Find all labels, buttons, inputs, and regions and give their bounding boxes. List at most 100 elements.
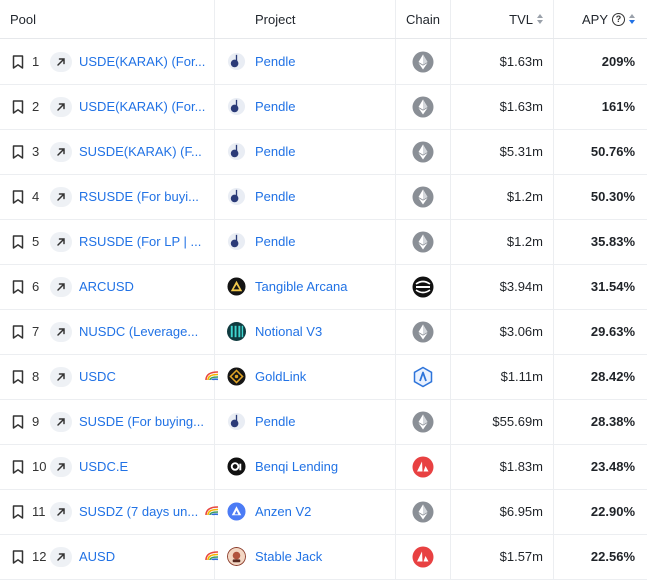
pool-name-link[interactable]: AUSD: [79, 549, 115, 564]
external-link-icon[interactable]: [50, 186, 72, 207]
pool-name-link[interactable]: USDE(KARAK) (For...: [79, 99, 205, 114]
pool-name-link[interactable]: SUSDE(KARAK) (F...: [79, 144, 202, 159]
ethereum-icon[interactable]: [412, 96, 434, 118]
table-row[interactable]: 2 USDE(KARAK) (For... Pendle $1.63m 161%: [0, 84, 647, 130]
ethereum-icon[interactable]: [412, 51, 434, 73]
ethereum-icon[interactable]: [412, 501, 434, 523]
pool-name-link[interactable]: USDE(KARAK) (For...: [79, 54, 205, 69]
ethereum-icon[interactable]: [412, 411, 434, 433]
tvl-cell: $1.63m: [451, 39, 554, 84]
avalanche-icon[interactable]: [412, 546, 434, 568]
pool-name-link[interactable]: RSUSDE (For LP | ...: [79, 234, 201, 249]
arbitrum-icon[interactable]: [412, 366, 434, 388]
tvl-column-header[interactable]: TVL: [451, 0, 554, 38]
pool-cell: 5 RSUSDE (For LP | ...: [0, 219, 215, 264]
external-link-icon[interactable]: [50, 51, 72, 72]
bookmark-icon[interactable]: [12, 189, 24, 204]
project-name-link[interactable]: Stable Jack: [255, 549, 322, 564]
real-chain-icon[interactable]: [412, 276, 434, 298]
project-name-link[interactable]: Pendle: [255, 54, 295, 69]
rank-number: 8: [32, 369, 40, 384]
external-link-icon[interactable]: [50, 501, 72, 522]
table-row[interactable]: 12 AUSD Stable Jack $1.57m 22.56%: [0, 534, 647, 580]
table-row[interactable]: 1 USDE(KARAK) (For... Pendle $1.63m 209%: [0, 39, 647, 85]
ethereum-icon[interactable]: [412, 321, 434, 343]
bookmark-icon[interactable]: [12, 324, 24, 339]
external-link-icon[interactable]: [50, 321, 72, 342]
project-name-link[interactable]: Pendle: [255, 234, 295, 249]
pool-name-link[interactable]: NUSDC (Leverage...: [79, 324, 198, 339]
external-link-icon[interactable]: [50, 411, 72, 432]
pool-name-link[interactable]: RSUSDE (For buyi...: [79, 189, 199, 204]
sort-icon[interactable]: [537, 13, 543, 25]
project-cell: Notional V3: [215, 309, 396, 354]
external-link-icon[interactable]: [50, 546, 72, 567]
external-link-icon[interactable]: [50, 276, 72, 297]
pool-cell: 10 USDC.E: [0, 444, 215, 489]
external-link-icon[interactable]: [50, 96, 72, 117]
bookmark-icon[interactable]: [12, 144, 24, 159]
external-link-icon[interactable]: [50, 231, 72, 252]
external-link-icon[interactable]: [50, 456, 72, 477]
project-cell: Anzen V2: [205, 489, 396, 534]
table-row[interactable]: 3 SUSDE(KARAK) (F... Pendle $5.31m 50.76%: [0, 129, 647, 175]
pool-name-link[interactable]: SUSDE (For buying...: [79, 414, 204, 429]
ethereum-icon[interactable]: [412, 186, 434, 208]
pool-name-link[interactable]: SUSDZ (7 days un...: [79, 504, 198, 519]
table-row[interactable]: 5 RSUSDE (For LP | ... Pendle $1.2m 35.83%: [0, 219, 647, 265]
external-link-icon[interactable]: [50, 141, 72, 162]
tvl-value: $1.83m: [499, 459, 543, 474]
apy-cell: 28.38%: [554, 399, 647, 444]
help-icon[interactable]: ?: [612, 12, 625, 26]
ethereum-icon[interactable]: [412, 231, 434, 253]
bookmark-icon[interactable]: [12, 54, 24, 69]
rainbow-icon: [205, 549, 219, 561]
pool-name-link[interactable]: USDC.E: [79, 459, 128, 474]
project-name-link[interactable]: Pendle: [255, 144, 295, 159]
pendle-icon: [227, 97, 246, 116]
pool-name-link[interactable]: ARCUSD: [79, 279, 134, 294]
goldlink-icon: [227, 367, 246, 386]
table-row[interactable]: 9 SUSDE (For buying... Pendle $55.69m 28.38%: [0, 399, 647, 445]
tvl-cell: $1.2m: [451, 174, 554, 219]
table-row[interactable]: 6 ARCUSD Tangible Arcana $3.94m 31.54%: [0, 264, 647, 310]
bookmark-icon[interactable]: [12, 99, 24, 114]
project-name-link[interactable]: Tangible Arcana: [255, 279, 348, 294]
table-row[interactable]: 10 USDC.E Benqi Lending $1.83m 23.48%: [0, 444, 647, 490]
bookmark-icon[interactable]: [12, 279, 24, 294]
table-header: Pool Project Chain TVL APY?: [0, 0, 647, 39]
project-name-link[interactable]: Pendle: [255, 189, 295, 204]
bookmark-icon[interactable]: [12, 369, 24, 384]
table-row[interactable]: 4 RSUSDE (For buyi... Pendle $1.2m 50.30%: [0, 174, 647, 220]
pool-name-link[interactable]: USDC: [79, 369, 116, 384]
bookmark-icon[interactable]: [12, 504, 24, 519]
ethereum-icon[interactable]: [412, 141, 434, 163]
table-row[interactable]: 7 NUSDC (Leverage... Notional V3 $3.06m 29.6…: [0, 309, 647, 355]
pool-column-header[interactable]: Pool: [0, 0, 215, 38]
table-row[interactable]: 8 USDC GoldLink $1.11m 28.42%: [0, 354, 647, 400]
project-name-link[interactable]: GoldLink: [255, 369, 306, 384]
external-link-icon[interactable]: [50, 366, 72, 387]
bookmark-icon[interactable]: [12, 549, 24, 564]
pool-cell: 1 USDE(KARAK) (For...: [0, 39, 215, 84]
project-name-link[interactable]: Benqi Lending: [255, 459, 338, 474]
tvl-cell: $3.94m: [451, 264, 554, 309]
project-name-link[interactable]: Anzen V2: [255, 504, 311, 519]
tvl-value: $1.2m: [506, 234, 543, 249]
project-name-link[interactable]: Pendle: [255, 414, 295, 429]
bookmark-icon[interactable]: [12, 459, 24, 474]
project-name-link[interactable]: Pendle: [255, 99, 295, 114]
avalanche-icon[interactable]: [412, 456, 434, 478]
bookmark-icon[interactable]: [12, 414, 24, 429]
project-name-link[interactable]: Notional V3: [255, 324, 322, 339]
tvl-value: $3.94m: [499, 279, 543, 294]
pool-cell: 12 AUSD: [0, 534, 215, 579]
bookmark-icon[interactable]: [12, 234, 24, 249]
chain-cell: [396, 264, 451, 309]
pool-cell: 7 NUSDC (Leverage...: [0, 309, 215, 354]
table-row[interactable]: 11 SUSDZ (7 days un... Anzen V2 $6.95m 22.90…: [0, 489, 647, 535]
apy-column-header[interactable]: APY?: [554, 0, 647, 38]
sort-icon[interactable]: [629, 13, 635, 25]
tvl-value: $6.95m: [499, 504, 543, 519]
project-cell: GoldLink: [205, 354, 396, 399]
